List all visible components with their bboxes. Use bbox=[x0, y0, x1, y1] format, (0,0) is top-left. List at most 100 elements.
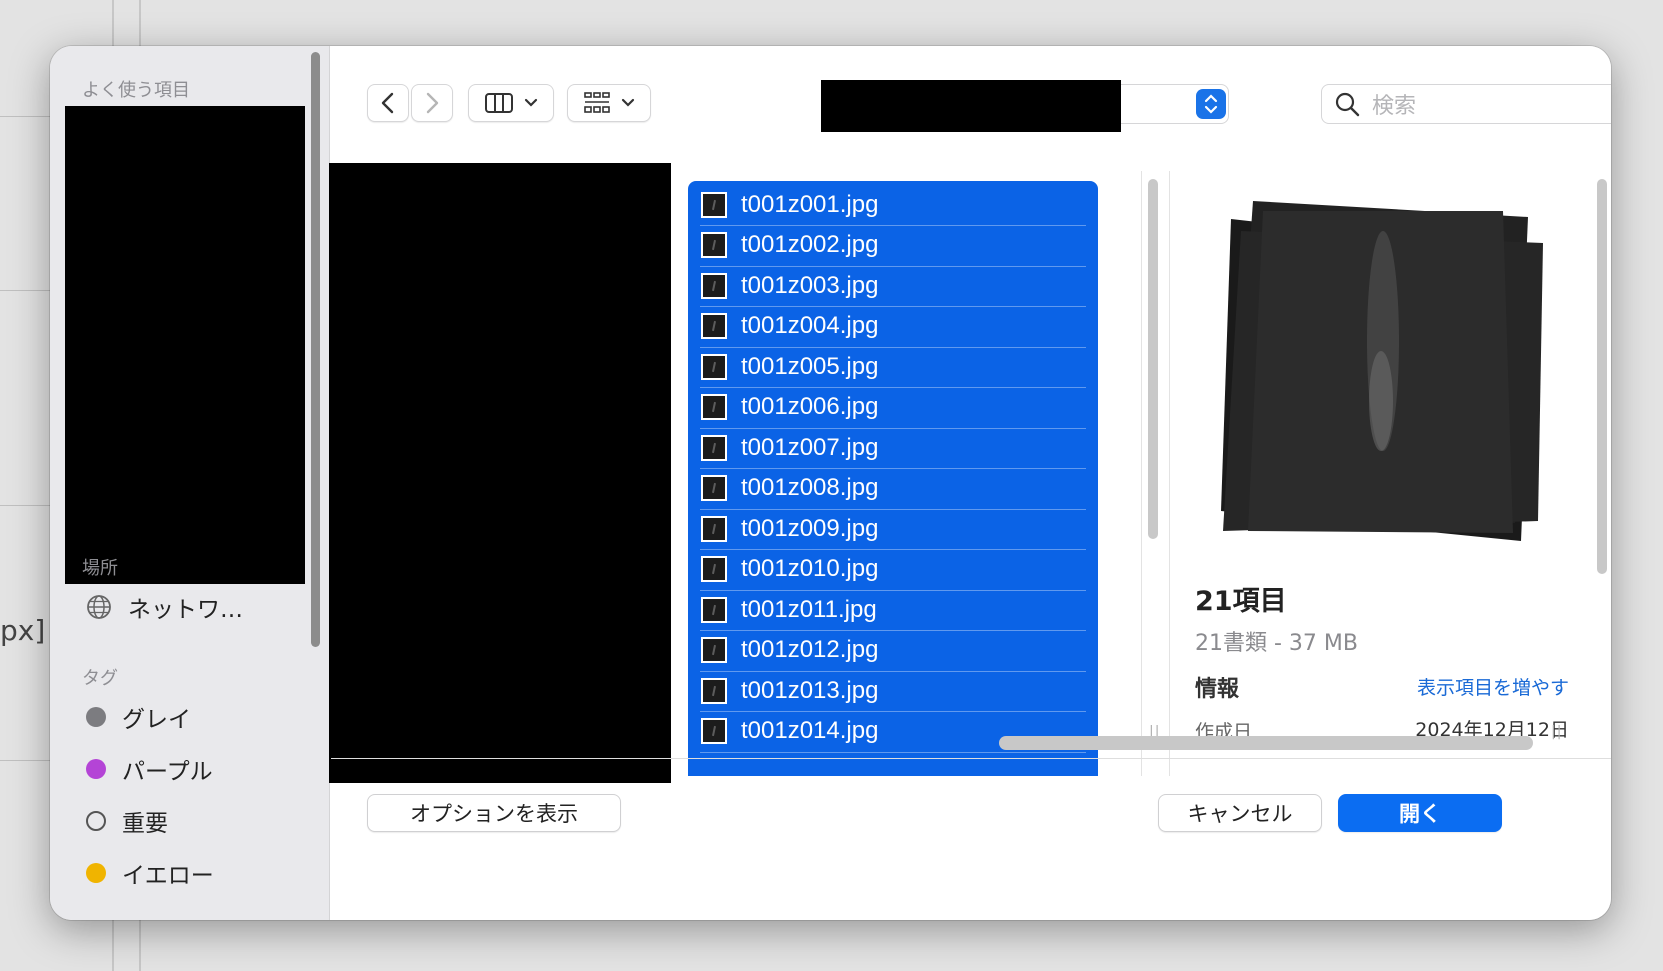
back-button[interactable] bbox=[367, 84, 409, 122]
image-file-icon bbox=[701, 313, 727, 339]
scrollbar-thumb[interactable] bbox=[1148, 179, 1158, 539]
scrollbar-thumb[interactable] bbox=[1597, 179, 1607, 574]
file-column-scrollbar[interactable] bbox=[1141, 171, 1165, 776]
background-rule bbox=[0, 505, 50, 506]
file-row[interactable]: t001z002.jpg bbox=[688, 224, 1098, 267]
open-file-dialog: よく使う項目 場所 ネットワ… タグ グレイ パープル 重要 イエロー 検索 t… bbox=[50, 46, 1611, 920]
image-file-icon bbox=[701, 596, 727, 623]
preview-subtitle: 21書類 - 37 MB bbox=[1195, 631, 1358, 656]
redacted-favorites bbox=[65, 106, 305, 584]
file-name: t001z008.jpg bbox=[741, 474, 879, 501]
scrollbar-thumb[interactable] bbox=[311, 52, 320, 647]
show-options-button[interactable]: オプションを表示 bbox=[367, 794, 621, 832]
file-row[interactable]: t001z007.jpg bbox=[688, 426, 1098, 469]
globe-icon bbox=[87, 595, 111, 619]
tag-color-dot-icon bbox=[86, 707, 106, 727]
path-popup-stepper[interactable] bbox=[1196, 89, 1226, 119]
group-button[interactable] bbox=[567, 84, 651, 122]
sidebar: よく使う項目 場所 ネットワ… タグ グレイ パープル 重要 イエロー bbox=[50, 46, 330, 920]
file-name: t001z006.jpg bbox=[741, 393, 879, 420]
grid-group-icon bbox=[584, 92, 610, 113]
image-file-icon bbox=[701, 556, 727, 582]
redacted-parent-column bbox=[329, 163, 671, 783]
background-partial-text: px] bbox=[0, 614, 46, 647]
sidebar-item-label: イエロー bbox=[122, 863, 214, 889]
file-row[interactable]: t001z010.jpg bbox=[688, 548, 1098, 591]
tag-color-dot-icon bbox=[86, 863, 106, 883]
sidebar-item-label: 重要 bbox=[122, 811, 168, 837]
image-file-icon bbox=[701, 191, 727, 218]
file-name: t001z010.jpg bbox=[741, 555, 879, 582]
forward-button[interactable] bbox=[411, 84, 453, 122]
search-icon bbox=[1335, 92, 1360, 117]
preview-pane: 21項目 21書類 - 37 MB 情報 表示項目を増やす 作成日 2024年1… bbox=[1171, 171, 1591, 776]
image-file-icon bbox=[701, 232, 727, 258]
horizontal-scrollbar[interactable] bbox=[999, 736, 1533, 750]
open-button[interactable]: 開く bbox=[1338, 794, 1502, 832]
background-rule bbox=[0, 290, 50, 291]
file-list-column: t001z001.jpg t001z002.jpg t001z003.jpg t001… bbox=[676, 171, 1126, 776]
file-name: t001z004.jpg bbox=[741, 312, 879, 339]
image-file-icon bbox=[701, 515, 727, 542]
search-placeholder: 検索 bbox=[1372, 94, 1417, 119]
file-row[interactable]: t001z012.jpg bbox=[688, 629, 1098, 672]
browser-main: 検索 t001z001.jpg t001z002.jpg t001z003.jpg t… bbox=[329, 46, 1611, 920]
column-resize-handle[interactable]: || bbox=[1551, 724, 1562, 740]
chevron-left-icon bbox=[381, 92, 394, 114]
view-mode-button[interactable] bbox=[468, 84, 554, 122]
image-file-icon bbox=[701, 718, 727, 744]
sidebar-item-tag-yellow[interactable]: イエロー bbox=[86, 856, 214, 890]
image-file-icon bbox=[701, 637, 727, 663]
file-name: t001z005.jpg bbox=[741, 352, 879, 380]
column-divider bbox=[1169, 171, 1170, 776]
file-row[interactable]: t001z006.jpg bbox=[688, 386, 1098, 429]
tag-color-dot-icon bbox=[86, 759, 106, 779]
image-file-icon bbox=[701, 394, 727, 420]
image-file-icon bbox=[701, 353, 727, 380]
file-row[interactable]: t001z005.jpg bbox=[688, 345, 1098, 388]
file-name: t001z011.jpg bbox=[741, 595, 877, 623]
file-name: t001z001.jpg bbox=[741, 190, 879, 218]
file-name: t001z002.jpg bbox=[741, 231, 879, 258]
file-row[interactable]: t001z004.jpg bbox=[688, 305, 1098, 348]
sidebar-scrollbar[interactable] bbox=[308, 52, 322, 652]
sidebar-item-network[interactable]: ネットワ… bbox=[86, 590, 243, 624]
column-view-icon bbox=[485, 93, 513, 113]
file-row[interactable]: t001z011.jpg bbox=[688, 588, 1098, 631]
cancel-button[interactable]: キャンセル bbox=[1158, 794, 1322, 832]
chevron-right-icon bbox=[426, 92, 439, 114]
file-name: t001z003.jpg bbox=[741, 271, 879, 299]
file-row[interactable]: t001z001.jpg bbox=[688, 183, 1098, 226]
sidebar-item-tag-important[interactable]: 重要 bbox=[86, 804, 168, 838]
row-separator bbox=[700, 751, 1086, 753]
image-file-icon bbox=[701, 272, 727, 299]
favorites-section-label: よく使う項目 bbox=[82, 80, 190, 101]
preview-title: 21項目 bbox=[1195, 586, 1287, 617]
stacked-images-thumbnail bbox=[1221, 201, 1543, 541]
file-name: t001z014.jpg bbox=[741, 717, 879, 744]
show-more-link[interactable]: 表示項目を増やす bbox=[1417, 673, 1569, 700]
chevron-down-icon bbox=[524, 98, 538, 107]
tags-section-label: タグ bbox=[82, 668, 118, 689]
file-row[interactable]: t001z009.jpg bbox=[688, 507, 1098, 550]
sidebar-item-label: グレイ bbox=[122, 707, 191, 733]
image-file-icon bbox=[701, 475, 727, 501]
file-row[interactable]: t001z003.jpg bbox=[688, 264, 1098, 307]
preview-scrollbar[interactable] bbox=[1593, 171, 1611, 776]
image-file-icon bbox=[701, 434, 727, 461]
file-row[interactable]: t001z013.jpg bbox=[688, 669, 1098, 712]
file-name: t001z013.jpg bbox=[741, 676, 879, 704]
background-rule bbox=[0, 760, 50, 761]
up-down-chevron-icon bbox=[1204, 94, 1218, 114]
sidebar-item-tag-gray[interactable]: グレイ bbox=[86, 700, 191, 734]
file-name: t001z009.jpg bbox=[741, 514, 879, 542]
sidebar-item-tag-purple[interactable]: パープル bbox=[86, 752, 213, 786]
redacted-path bbox=[821, 80, 1121, 132]
file-name: t001z012.jpg bbox=[741, 636, 879, 663]
sidebar-item-label: ネットワ… bbox=[128, 597, 243, 623]
search-input[interactable]: 検索 bbox=[1321, 84, 1611, 124]
background-rule bbox=[0, 116, 50, 117]
footer-divider bbox=[331, 758, 1611, 759]
file-row[interactable]: t001z008.jpg bbox=[688, 467, 1098, 510]
chevron-down-icon bbox=[621, 98, 635, 107]
